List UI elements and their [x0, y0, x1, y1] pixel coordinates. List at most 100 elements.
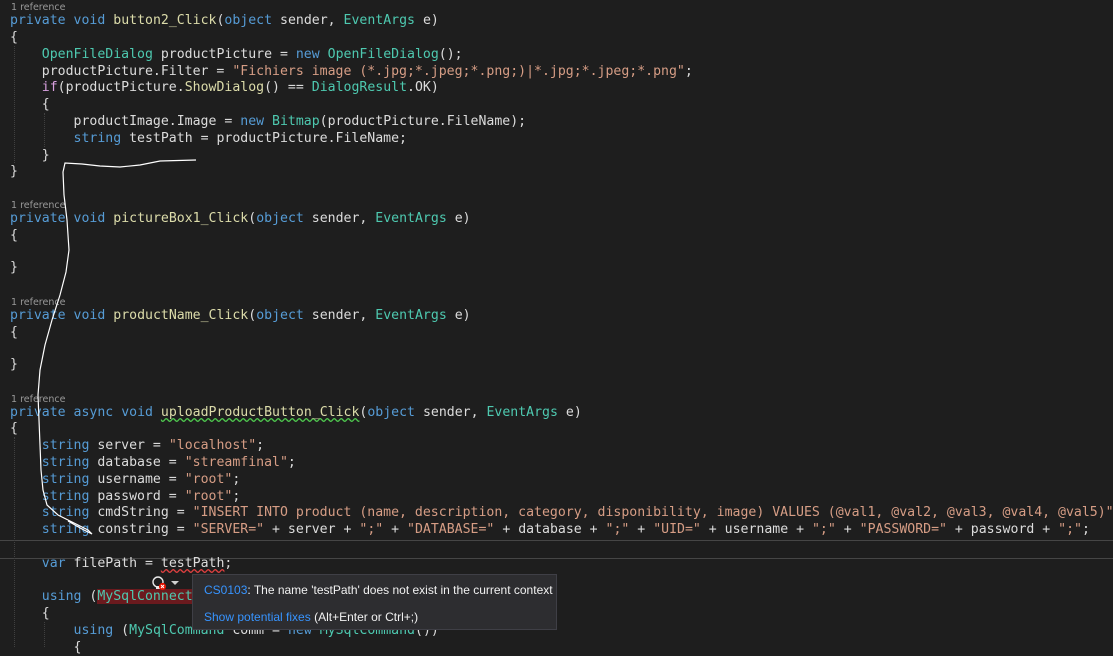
references-codelens[interactable]: 1 reference: [11, 200, 65, 211]
code-token: private: [10, 405, 66, 420]
code-token: OpenFileDialog: [41, 47, 153, 62]
code-token: void: [121, 405, 153, 420]
code-token: "DATABASE=": [407, 522, 495, 537]
diagnostic-code[interactable]: CS0103: [204, 583, 247, 597]
code-token: {: [10, 30, 18, 45]
code-line: string username = "root";: [10, 471, 241, 488]
code-line: private async void uploadProductButton_C…: [10, 404, 582, 421]
code-token: database =: [89, 455, 185, 470]
code-token: "Fichiers image (*.jpg;*.jpeg;*.png;)|*.…: [232, 64, 685, 79]
code-token: (productPicture.FileName);: [319, 114, 527, 129]
code-token: OpenFileDialog: [327, 47, 439, 62]
code-line: string testPath = productPicture.FileNam…: [10, 130, 407, 147]
code-token: object: [367, 405, 415, 420]
indent-guide: [44, 113, 45, 147]
diagnostic-message-row: CS0103: The name 'testPath' does not exi…: [204, 583, 553, 597]
code-token: ";": [359, 522, 384, 537]
code-token: ;: [287, 455, 296, 470]
code-token: EventArgs: [375, 211, 447, 226]
code-token: +: [835, 522, 860, 537]
indent-guide: [44, 622, 45, 647]
code-token: constring =: [89, 522, 193, 537]
code-token: pictureBox1_Click: [113, 211, 249, 226]
references-codelens[interactable]: 1 reference: [11, 394, 65, 405]
code-token: }: [10, 260, 18, 275]
code-token: if: [41, 80, 58, 95]
code-token: username =: [89, 472, 185, 487]
code-token: (: [113, 623, 130, 638]
code-token: string: [41, 472, 90, 487]
fix-row: Show potential fixes (Alt+Enter or Ctrl+…: [204, 610, 418, 624]
code-token: string: [41, 505, 90, 520]
indent-guide: [14, 46, 15, 163]
code-token: EventArgs: [343, 13, 415, 28]
code-token: "localhost": [168, 438, 257, 453]
code-line: string cmdString = "INSERT INTO product …: [10, 504, 1113, 521]
code-token: }: [10, 357, 18, 372]
code-line: }: [10, 147, 50, 164]
indent-guide: [14, 437, 15, 647]
code-token: var: [41, 556, 66, 571]
code-token: {: [10, 325, 18, 340]
code-token: password =: [89, 489, 185, 504]
code-token: sender,: [303, 308, 376, 323]
code-token: + username +: [700, 522, 812, 537]
code-line: if(productPicture.ShowDialog() == Dialog…: [10, 79, 439, 96]
code-token: new: [295, 47, 320, 62]
code-line: var filePath = testPath;: [10, 555, 233, 572]
code-token: testPath = productPicture.FileName;: [121, 131, 407, 146]
references-codelens[interactable]: 1 reference: [11, 2, 65, 13]
code-token: +: [629, 522, 654, 537]
code-token: "PASSWORD=": [859, 522, 947, 537]
code-line: }: [10, 163, 18, 180]
code-token: (: [248, 211, 257, 226]
code-token: .OK): [407, 80, 439, 95]
code-token: ;: [224, 556, 233, 571]
references-codelens[interactable]: 1 reference: [11, 297, 65, 308]
code-token: using: [73, 623, 114, 638]
code-token: private: [10, 211, 66, 226]
code-line: private void productName_Click(object se…: [10, 307, 471, 324]
code-token: sender,: [303, 211, 376, 226]
code-token: ";": [811, 522, 836, 537]
code-token: string: [73, 131, 122, 146]
show-potential-fixes-link[interactable]: Show potential fixes: [204, 610, 311, 624]
code-token: cmdString =: [89, 505, 193, 520]
code-token: productPicture =: [152, 47, 296, 62]
code-token: Bitmap: [272, 114, 320, 129]
code-token: ();: [438, 47, 463, 62]
code-token: ";": [605, 522, 630, 537]
code-line: private void button2_Click(object sender…: [10, 12, 439, 29]
code-token: + server +: [264, 522, 360, 537]
code-token: button2_Click: [113, 13, 217, 28]
code-token: productPicture.Filter =: [10, 64, 233, 79]
code-token: }: [10, 148, 50, 163]
code-token: "UID=": [653, 522, 701, 537]
code-token: (productPicture.: [57, 80, 185, 95]
code-token: (: [248, 308, 257, 323]
code-token: ;: [1081, 522, 1090, 537]
code-line: }: [10, 259, 18, 276]
code-line: productImage.Image = new Bitmap(productP…: [10, 113, 527, 130]
quick-actions-button[interactable]: [150, 574, 180, 592]
code-token: ;: [232, 472, 241, 487]
code-line: {: [10, 96, 50, 113]
code-token: sender,: [272, 13, 344, 28]
code-token: (: [81, 589, 98, 604]
code-editor[interactable]: private void button2_Click ( object sender…: [0, 0, 1113, 655]
code-token: + password +: [946, 522, 1059, 537]
code-token: string: [41, 489, 90, 504]
code-token: filePath =: [65, 556, 161, 571]
code-token: "SERVER=": [192, 522, 265, 537]
code-token: object: [224, 13, 273, 28]
code-token: string: [41, 455, 90, 470]
code-line: productPicture.Filter = "Fichiers image …: [10, 63, 693, 80]
